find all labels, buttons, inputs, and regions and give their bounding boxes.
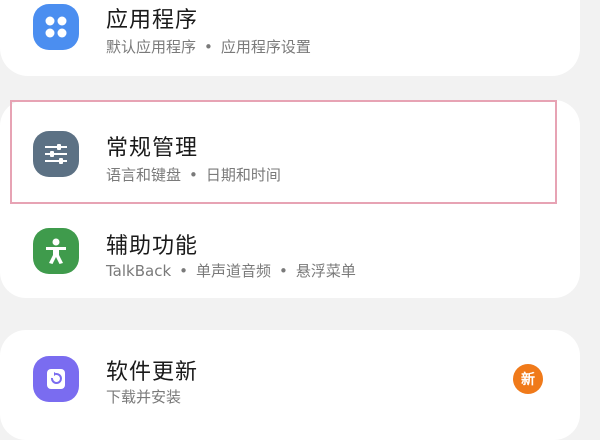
apps-grid-icon [33,4,79,50]
subtitle-part: 单声道音频 [196,262,272,280]
subtitle-part: 默认应用程序 [106,38,197,56]
separator-dot: • [179,262,189,280]
new-badge: 新 [513,364,543,394]
software-update-icon [33,356,79,402]
settings-item-title: 辅助功能 [106,234,199,259]
subtitle-part: TalkBack [106,262,172,280]
settings-item-accessibility[interactable]: 辅助功能 TalkBack • 单声道音频 • 悬浮菜单 [0,204,580,304]
settings-item-apps[interactable]: 应用程序 默认应用程序 • 应用程序设置 [0,0,580,80]
settings-item-software-update[interactable]: 软件更新 下载并安装 [0,330,580,430]
separator-dot: • [204,38,213,56]
separator-dot: • [279,262,288,280]
subtitle-part: 应用程序设置 [220,38,311,56]
settings-item-subtitle: 默认应用程序 • 应用程序设置 [106,36,311,57]
settings-item-subtitle: 下载并安装 [106,386,181,407]
settings-item-title: 应用程序 [106,8,199,33]
subtitle-part: 下载并安装 [106,388,182,406]
settings-item-subtitle: TalkBack • 单声道音频 • 悬浮菜单 [106,260,356,281]
selection-highlight [10,100,557,204]
settings-item-title: 软件更新 [106,360,199,385]
subtitle-part: 悬浮菜单 [295,262,356,280]
accessibility-person-icon [33,228,79,274]
